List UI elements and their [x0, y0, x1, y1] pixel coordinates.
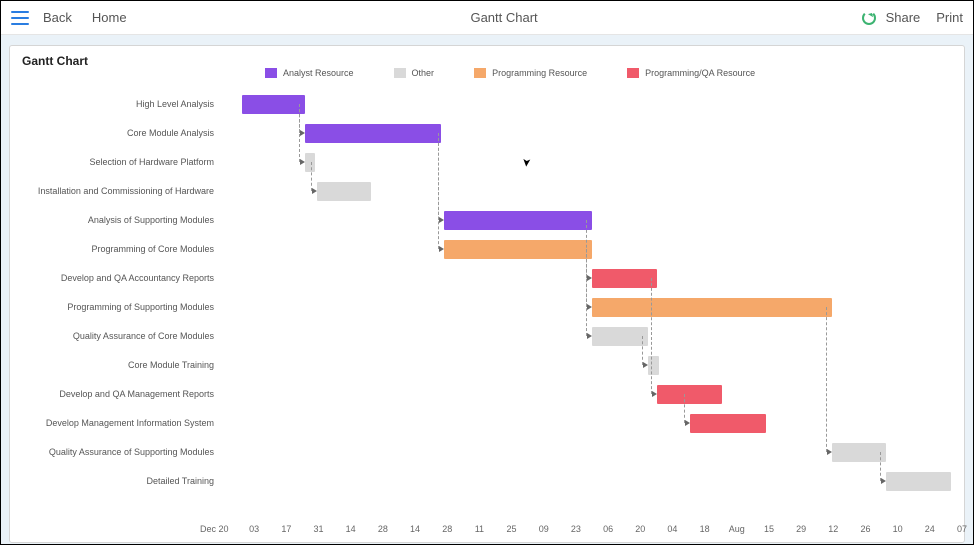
task-label: Core Module Training: [22, 351, 222, 380]
legend: Analyst Resource Other Programming Resourc…: [265, 68, 755, 78]
axis-tick: 28: [378, 524, 388, 534]
gantt-bar[interactable]: [242, 95, 305, 114]
axis-tick: 12: [828, 524, 838, 534]
axis-tick: Aug: [729, 524, 745, 534]
legend-label: Programming Resource: [492, 68, 587, 78]
gantt-bar[interactable]: [592, 269, 657, 288]
gantt-bar[interactable]: [648, 356, 659, 375]
chart-title: Gantt Chart: [22, 54, 952, 68]
legend-label: Other: [412, 68, 435, 78]
task-label: Programming of Core Modules: [22, 235, 222, 264]
legend-swatch: [474, 68, 486, 78]
share-button[interactable]: Share: [886, 10, 921, 25]
axis-tick: 04: [667, 524, 677, 534]
axis-tick: 31: [314, 524, 324, 534]
chart-card: Gantt Chart Analyst Resource Other Program…: [9, 45, 965, 543]
back-button[interactable]: Back: [43, 10, 72, 25]
axis-tick: 23: [571, 524, 581, 534]
axis-tick: 17: [281, 524, 291, 534]
gantt-bar[interactable]: [690, 414, 766, 433]
axis-tick: 11: [475, 524, 484, 534]
task-label: Develop and QA Management Reports: [22, 380, 222, 409]
gantt-bar[interactable]: [592, 327, 648, 346]
task-label: Selection of Hardware Platform: [22, 148, 222, 177]
hamburger-icon[interactable]: [11, 11, 29, 25]
axis-tick: 14: [410, 524, 420, 534]
axis-tick: 07: [957, 524, 967, 534]
gantt-bar[interactable]: [317, 182, 372, 201]
axis-tick: 24: [925, 524, 935, 534]
axis-tick: 15: [764, 524, 774, 534]
legend-item: Other: [394, 68, 435, 78]
gantt-bar[interactable]: [305, 124, 441, 143]
axis-tick: 10: [893, 524, 903, 534]
task-label: Installation and Commissioning of Hardwa…: [22, 177, 222, 206]
task-label: High Level Analysis: [22, 90, 222, 119]
gantt-bar[interactable]: [444, 240, 592, 259]
home-button[interactable]: Home: [92, 10, 127, 25]
task-label: Detailed Training: [22, 467, 222, 496]
gantt-bar[interactable]: [886, 472, 951, 491]
gantt-bar[interactable]: [305, 153, 315, 172]
axis-tick: 29: [796, 524, 806, 534]
legend-swatch: [265, 68, 277, 78]
axis-tick: 25: [507, 524, 517, 534]
gantt-bar[interactable]: [592, 298, 832, 317]
axis-tick: 14: [346, 524, 356, 534]
axis-tick: 09: [539, 524, 549, 534]
axis-tick: 06: [603, 524, 613, 534]
legend-item: Programming/QA Resource: [627, 68, 755, 78]
gantt-bar[interactable]: [657, 385, 722, 404]
axis-tick: 26: [860, 524, 870, 534]
task-label: Develop and QA Accountancy Reports: [22, 264, 222, 293]
page-title: Gantt Chart: [147, 10, 862, 25]
legend-swatch: [394, 68, 406, 78]
legend-item: Programming Resource: [474, 68, 587, 78]
axis-tick: 18: [700, 524, 710, 534]
task-label: Quality Assurance of Supporting Modules: [22, 438, 222, 467]
print-button[interactable]: Print: [936, 10, 963, 25]
axis-tick: 03: [249, 524, 259, 534]
topbar: Back Home Gantt Chart Share Print: [1, 1, 973, 35]
legend-label: Analyst Resource: [283, 68, 354, 78]
task-labels: High Level AnalysisCore Module AnalysisS…: [22, 90, 222, 496]
task-label: Develop Management Information System: [22, 409, 222, 438]
axis-tick: 20: [635, 524, 645, 534]
legend-label: Programming/QA Resource: [645, 68, 755, 78]
axis-tick: Dec 20: [200, 524, 229, 534]
task-label: Analysis of Supporting Modules: [22, 206, 222, 235]
refresh-icon[interactable]: [862, 11, 876, 25]
gantt-bar[interactable]: [444, 211, 592, 230]
gantt-plot: Dec 20031731142814281125092306200418Aug1…: [222, 90, 952, 534]
gantt-bar[interactable]: [832, 443, 886, 462]
task-label: Quality Assurance of Core Modules: [22, 322, 222, 351]
task-label: Core Module Analysis: [22, 119, 222, 148]
axis-tick: 28: [442, 524, 452, 534]
legend-swatch: [627, 68, 639, 78]
x-axis: Dec 20031731142814281125092306200418Aug1…: [222, 516, 952, 534]
cursor-icon: ➤: [520, 157, 534, 167]
legend-item: Analyst Resource: [265, 68, 354, 78]
task-label: Programming of Supporting Modules: [22, 293, 222, 322]
